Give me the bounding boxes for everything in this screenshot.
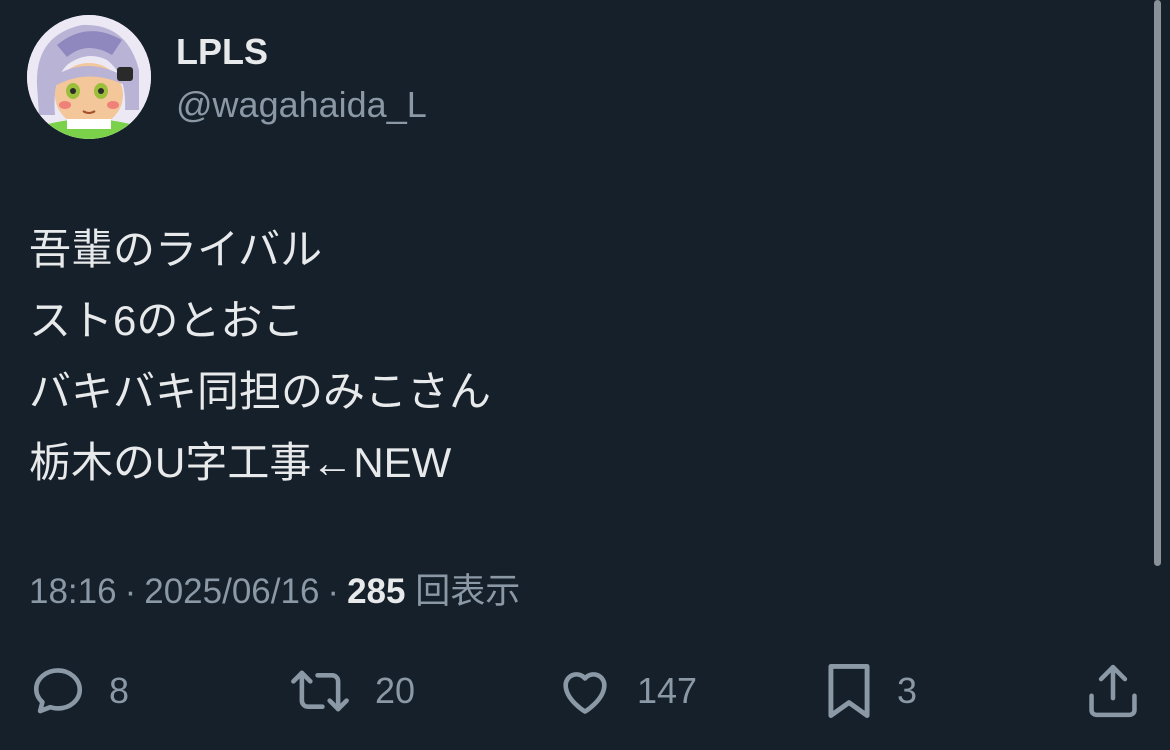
avatar-image	[27, 15, 151, 139]
like-button[interactable]: 147	[555, 660, 697, 722]
bookmark-icon	[828, 664, 870, 718]
tweet-line: 吾輩のライバル	[29, 226, 323, 273]
user-handle[interactable]: @wagahaida_L	[176, 83, 427, 127]
share-icon	[1089, 664, 1137, 718]
bookmark-count: 3	[897, 670, 918, 711]
separator: ·	[327, 572, 340, 611]
heart-icon	[563, 672, 607, 714]
avatar[interactable]	[27, 15, 151, 139]
retweet-button[interactable]: 20	[287, 660, 415, 722]
reply-icon	[33, 668, 83, 714]
tweet-line: 栃木のU字工事←NEW	[29, 439, 452, 486]
scrollbar[interactable]	[1154, 0, 1161, 566]
like-count: 147	[637, 670, 698, 711]
share-button[interactable]	[1084, 660, 1142, 722]
tweet-date[interactable]: 2025/06/16	[144, 572, 319, 611]
tweet-time[interactable]: 18:16	[29, 572, 117, 611]
tweet-meta: 18:16 · 2025/06/16 · 285 回表示	[29, 568, 520, 616]
display-name[interactable]: LPLS	[176, 30, 268, 74]
tweet-line: バキバキ同担のみこさん	[29, 368, 492, 415]
reply-count: 8	[109, 670, 130, 711]
tweet-text: 吾輩のライバル スト6のとおこ バキバキ同担のみこさん 栃木のU字工事←NEW	[29, 214, 491, 498]
retweet-icon	[291, 670, 349, 712]
separator: ·	[124, 572, 137, 611]
reply-button[interactable]: 8	[29, 660, 129, 722]
views-count[interactable]: 285	[347, 572, 405, 611]
views-label: 回表示	[415, 572, 521, 611]
bookmark-button[interactable]: 3	[823, 660, 917, 722]
retweet-count: 20	[375, 670, 416, 711]
tweet-line: スト6のとおこ	[29, 297, 305, 344]
